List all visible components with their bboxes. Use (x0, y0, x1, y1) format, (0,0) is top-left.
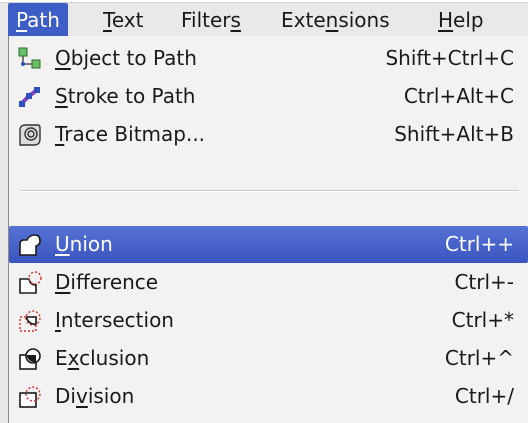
trace-bitmap-icon (19, 124, 41, 146)
menu-item-label: Trace Bitmap... (55, 122, 206, 146)
shortcut-text: Shift+Alt+B (394, 122, 514, 146)
division-icon (19, 386, 41, 408)
object-to-path-icon (18, 47, 41, 69)
menu-separator (21, 190, 519, 192)
menu-help[interactable]: Help (430, 3, 492, 37)
menu-filters[interactable]: Filters (173, 3, 249, 37)
menu-item-label: Stroke to Path (55, 84, 196, 108)
shortcut-text: Ctrl+/ (454, 384, 514, 408)
menu-bar: Path Text Filters Extensions Help (0, 2, 528, 37)
shortcut-text: Ctrl+Alt+C (403, 84, 514, 108)
menu-item-difference[interactable]: Difference Ctrl+- (9, 264, 528, 301)
menu-item-label: Union (55, 232, 113, 256)
intersection-icon (19, 310, 41, 332)
shortcut-text: Ctrl++ (444, 232, 514, 256)
menu-item-division[interactable]: Division Ctrl+/ (9, 378, 528, 415)
menu-item-label: Difference (55, 270, 159, 294)
exclusion-icon (19, 348, 41, 370)
menu-item-label: Exclusion (55, 346, 150, 370)
menu-item-label: Object to Path (55, 46, 197, 70)
menu-item-intersection[interactable]: Intersection Ctrl+* (9, 302, 528, 339)
path-menu-dropdown: Object to Path Shift+Ctrl+C Stroke to Pa… (8, 36, 528, 423)
difference-icon (19, 271, 42, 294)
union-icon (19, 234, 41, 256)
menu-item-label: Division (55, 384, 135, 408)
menu-extensions[interactable]: Extensions (273, 3, 398, 37)
menu-item-trace-bitmap[interactable]: Trace Bitmap... Shift+Alt+B (9, 116, 528, 153)
shortcut-text: Shift+Ctrl+C (385, 46, 514, 70)
stroke-to-path-icon (19, 87, 40, 107)
menu-path[interactable]: Path (8, 3, 68, 37)
menu-text[interactable]: Text (95, 3, 151, 37)
menu-item-exclusion[interactable]: Exclusion Ctrl+^ (9, 340, 528, 377)
menu-item-object-to-path[interactable]: Object to Path Shift+Ctrl+C (9, 40, 528, 77)
menu-item-union[interactable]: Union Ctrl++ (9, 226, 528, 263)
shortcut-text: Ctrl+^ (444, 346, 514, 370)
menu-item-label: Intersection (55, 308, 174, 332)
shortcut-text: Ctrl+* (451, 308, 514, 332)
menu-item-stroke-to-path[interactable]: Stroke to Path Ctrl+Alt+C (9, 78, 528, 115)
shortcut-text: Ctrl+- (454, 270, 514, 294)
